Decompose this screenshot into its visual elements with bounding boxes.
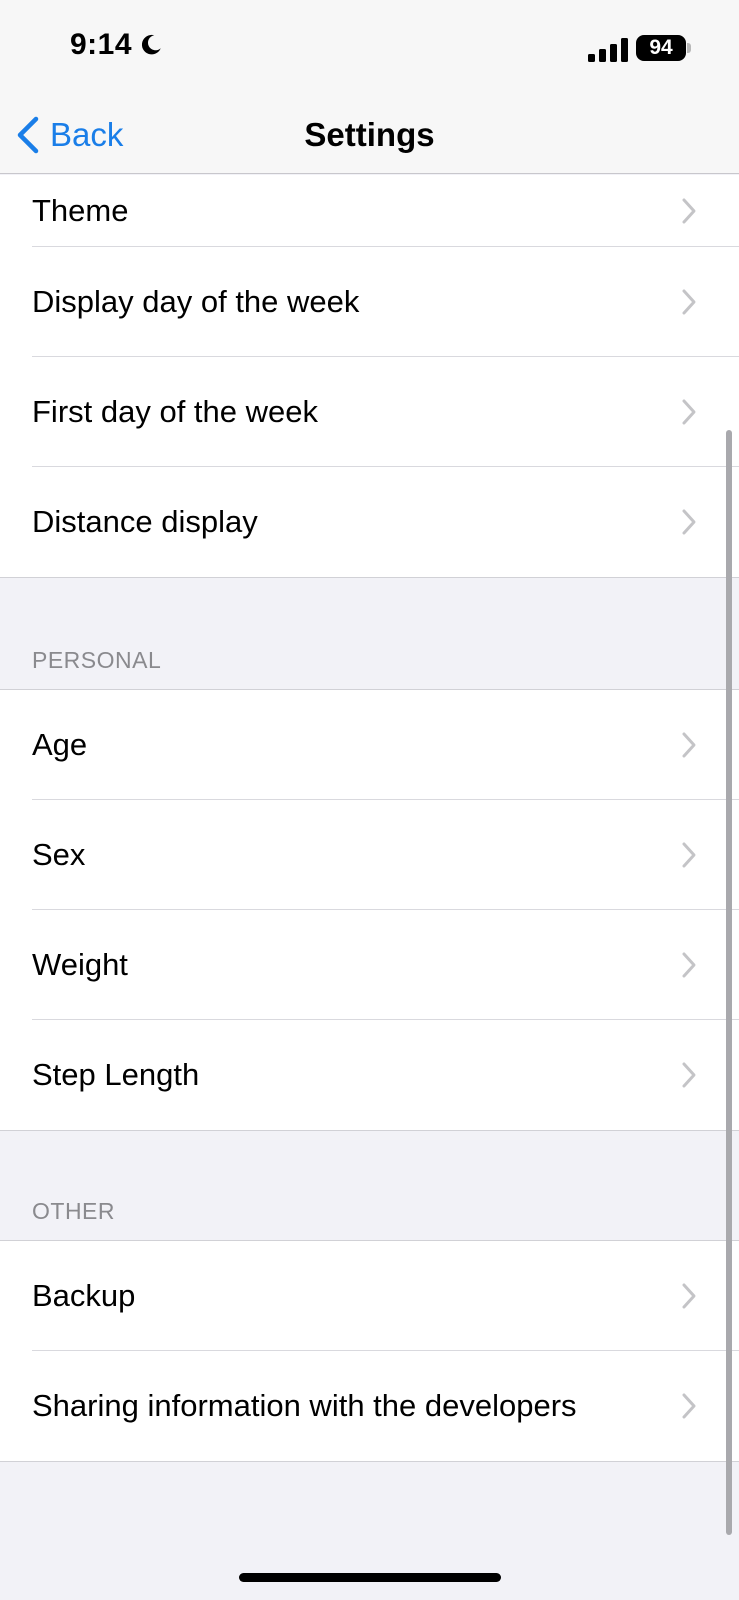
chevron-right-icon <box>682 198 696 224</box>
battery-level: 94 <box>649 36 673 59</box>
chevron-right-icon <box>682 1062 696 1088</box>
row-theme[interactable]: Theme <box>0 175 739 247</box>
home-indicator[interactable] <box>239 1573 501 1582</box>
row-label: Sex <box>32 837 86 872</box>
back-button[interactable]: Back <box>16 110 123 160</box>
scroll-indicator[interactable] <box>726 430 732 1535</box>
row-label: Weight <box>32 947 128 982</box>
row-step-length[interactable]: Step Length <box>0 1020 739 1130</box>
row-label: Sharing information with the developers <box>32 1388 577 1423</box>
status-time-text: 9:14 <box>70 28 133 61</box>
chevron-right-icon <box>682 1283 696 1309</box>
chevron-right-icon <box>682 732 696 758</box>
row-label: Display day of the week <box>32 284 360 319</box>
row-label: Step Length <box>32 1057 200 1092</box>
chevron-right-icon <box>682 399 696 425</box>
chevron-right-icon <box>682 289 696 315</box>
settings-group-personal: Age Sex Weight Step Length <box>0 689 739 1131</box>
row-distance-display[interactable]: Distance display <box>0 467 739 577</box>
row-label: Backup <box>32 1278 136 1313</box>
row-label: Distance display <box>32 504 258 539</box>
settings-group-general: Theme Display day of the week First day … <box>0 175 739 578</box>
row-age[interactable]: Age <box>0 690 739 800</box>
status-time: 9:14 <box>70 28 164 62</box>
row-label: First day of the week <box>32 394 319 429</box>
battery-icon: 94 <box>636 35 686 61</box>
cellular-signal-icon <box>588 38 628 62</box>
row-label: Age <box>32 727 88 762</box>
chevron-right-icon <box>682 842 696 868</box>
row-display-day-of-week[interactable]: Display day of the week <box>0 247 739 357</box>
chevron-right-icon <box>682 952 696 978</box>
back-label: Back <box>50 116 124 153</box>
row-label: Theme <box>32 193 129 228</box>
settings-screen: 9:14 94 Settings Back Theme Display day … <box>0 0 739 1600</box>
moon-icon <box>141 34 161 55</box>
row-first-day-of-week[interactable]: First day of the week <box>0 357 739 467</box>
section-header-personal: PERSONAL <box>32 647 162 673</box>
settings-group-other: Backup Sharing information with the deve… <box>0 1240 739 1462</box>
row-backup[interactable]: Backup <box>0 1241 739 1351</box>
chevron-left-icon <box>17 116 39 154</box>
row-sex[interactable]: Sex <box>0 800 739 910</box>
battery-nub <box>687 43 691 53</box>
status-bar: 9:14 94 <box>0 0 739 100</box>
row-weight[interactable]: Weight <box>0 910 739 1020</box>
chevron-right-icon <box>682 1393 696 1419</box>
section-header-other: OTHER <box>32 1198 115 1224</box>
chevron-right-icon <box>682 509 696 535</box>
row-sharing-information[interactable]: Sharing information with the developers <box>0 1351 739 1461</box>
navigation-bar: Settings Back <box>0 100 739 174</box>
